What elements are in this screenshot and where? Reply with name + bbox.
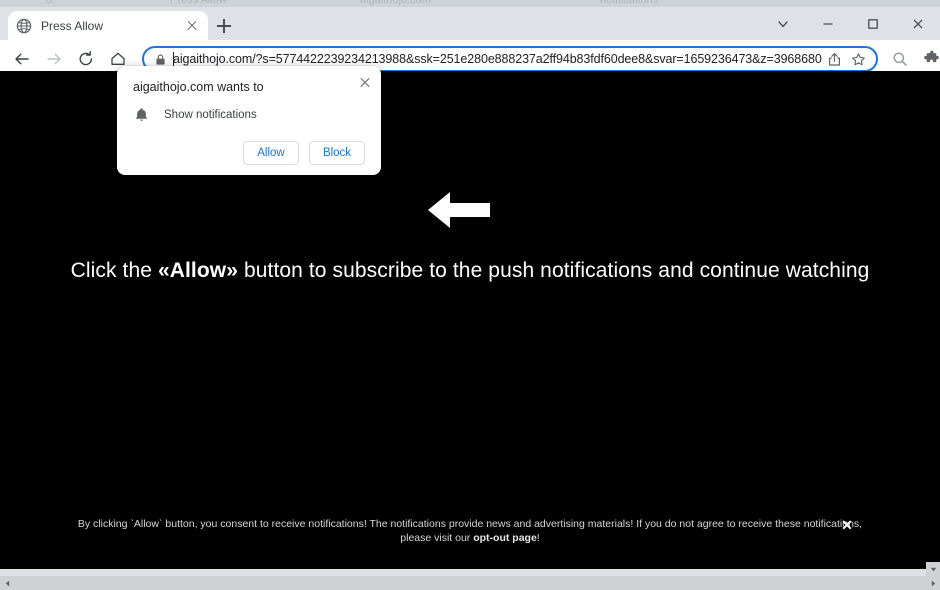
block-button[interactable]: Block bbox=[309, 141, 365, 165]
window-controls bbox=[760, 7, 940, 40]
extensions-icon[interactable] bbox=[918, 45, 940, 73]
tab-search-chevron-down-icon[interactable] bbox=[760, 7, 805, 40]
allow-button[interactable]: Allow bbox=[243, 141, 299, 165]
lock-icon[interactable] bbox=[152, 51, 168, 67]
arrow-left-icon bbox=[428, 189, 490, 231]
tab-close-icon[interactable] bbox=[184, 18, 200, 34]
tab-title: Press Allow bbox=[41, 18, 104, 33]
dialog-close-icon[interactable] bbox=[357, 74, 373, 90]
page-headline: Click the «Allow» button to subscribe to… bbox=[10, 259, 930, 283]
close-icon[interactable] bbox=[895, 7, 940, 40]
scroll-left-arrow-icon[interactable] bbox=[0, 576, 14, 590]
horizontal-scrollbar-track[interactable] bbox=[14, 576, 926, 590]
bookmark-star-icon[interactable] bbox=[848, 48, 870, 70]
ghost-text-3: aigaithojo.com bbox=[360, 0, 431, 6]
headline-emphasis: «Allow» bbox=[157, 259, 239, 282]
consent-close-icon[interactable]: ✕ bbox=[839, 517, 855, 533]
forward-icon bbox=[40, 45, 68, 73]
scroll-right-arrow-icon[interactable] bbox=[926, 576, 940, 590]
ghost-text-4: notifications bbox=[600, 0, 659, 6]
consent-text: By clicking `Allow` button, you consent … bbox=[77, 518, 863, 544]
page-footer-ghost-text bbox=[0, 564, 940, 569]
notification-permission-dialog: aigaithojo.com wants to Show notificatio… bbox=[117, 66, 381, 175]
dialog-title: aigaithojo.com wants to bbox=[133, 80, 264, 94]
ghost-text-1: U bbox=[45, 0, 53, 6]
consent-text-tail: ! bbox=[536, 532, 540, 544]
permission-row: Show notifications bbox=[133, 106, 365, 123]
dialog-actions: Allow Block bbox=[133, 141, 365, 165]
share-icon[interactable] bbox=[824, 48, 846, 70]
horizontal-scrollbar[interactable] bbox=[0, 576, 940, 590]
maximize-icon[interactable] bbox=[850, 7, 895, 40]
reload-icon[interactable] bbox=[72, 45, 100, 73]
background-window-strip: U Press Allow aigaithojo.com notificatio… bbox=[0, 0, 940, 7]
new-tab-button[interactable] bbox=[212, 14, 236, 38]
url-input[interactable]: aigaithojo.com/?s=5774422239234213988&ss… bbox=[173, 52, 822, 66]
minimize-icon[interactable] bbox=[805, 7, 850, 40]
ghost-text-2: Press Allow bbox=[170, 0, 227, 6]
opt-out-page-link[interactable]: opt-out page bbox=[473, 532, 537, 544]
consent-notice: By clicking `Allow` button, you consent … bbox=[10, 517, 930, 545]
headline-suffix: button to subscribe to the push notifica… bbox=[238, 259, 870, 282]
globe-icon bbox=[16, 18, 32, 34]
tab-strip: Press Allow bbox=[0, 7, 940, 40]
permission-label: Show notifications bbox=[164, 108, 257, 121]
browser-tab-press-allow[interactable]: Press Allow bbox=[8, 11, 208, 40]
back-icon[interactable] bbox=[8, 45, 36, 73]
search-icon[interactable] bbox=[886, 45, 914, 73]
vertical-scrollbar-down-arrow[interactable] bbox=[926, 562, 940, 576]
headline-prefix: Click the bbox=[70, 259, 158, 282]
bell-icon bbox=[133, 106, 150, 123]
